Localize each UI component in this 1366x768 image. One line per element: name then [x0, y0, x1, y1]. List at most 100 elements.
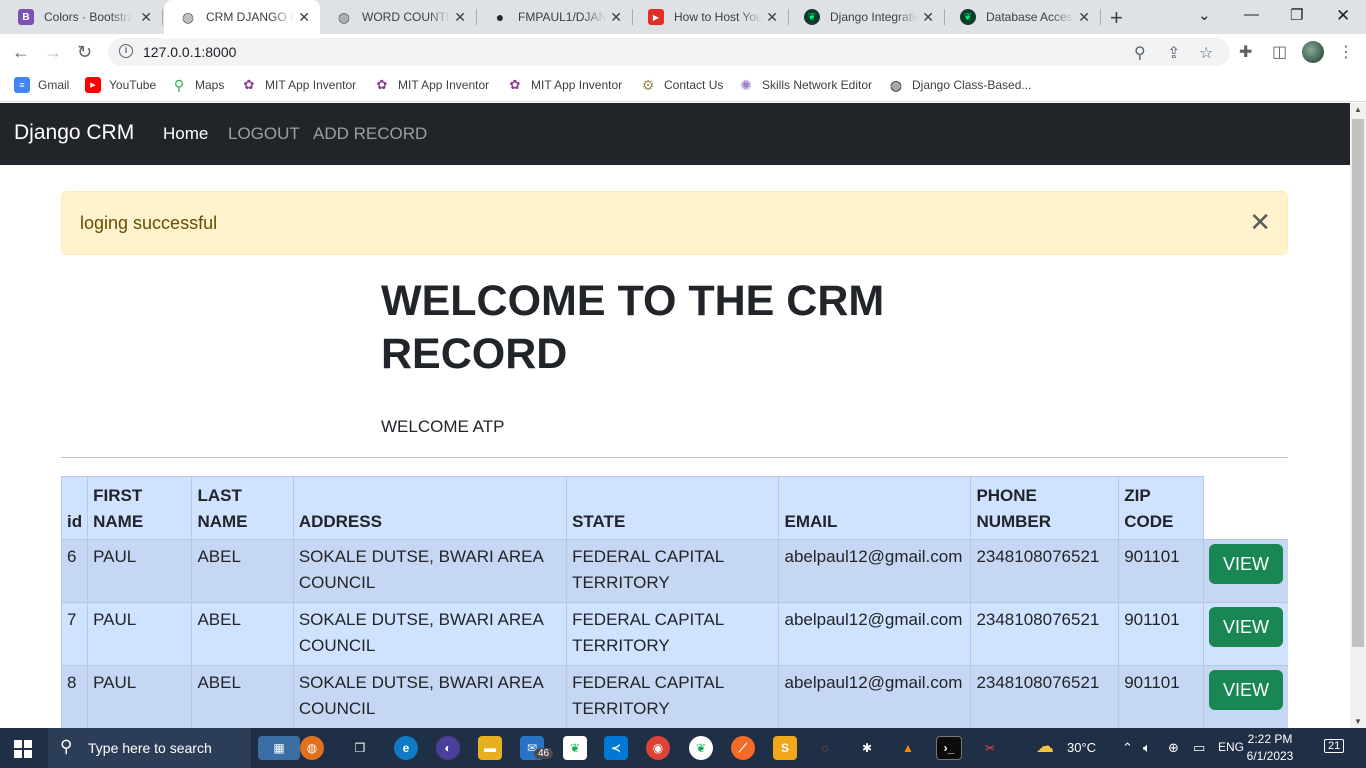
youtube-icon: ▶ [648, 9, 664, 25]
vscode-icon[interactable]: ≺ [604, 736, 628, 760]
browser-tab[interactable]: ◍ WORD COUNTER ✕ [320, 0, 477, 34]
mongodb-icon[interactable]: ❦ [689, 736, 713, 760]
vlc-cone-icon[interactable]: ▲ [896, 736, 920, 760]
jupyter-icon[interactable]: ◌ [813, 736, 837, 760]
sublime-icon[interactable]: S [773, 736, 797, 760]
notification-center-icon[interactable]: 21 [1324, 739, 1345, 753]
taskbar-search-box[interactable]: ⚲ Type here to search [48, 728, 251, 768]
minimize-icon[interactable]: — [1244, 6, 1259, 23]
browser-tab[interactable]: ❦ Database Access ✕ [944, 0, 1101, 34]
bookmark-gmail[interactable]: ≡ Gmail [14, 77, 69, 93]
browser-tab[interactable]: ● FMPAUL1/DJANGO ✕ [476, 0, 633, 34]
close-icon[interactable]: ✕ [1249, 207, 1271, 237]
nav-link-home[interactable]: Home [163, 124, 208, 144]
address-bar[interactable]: i 127.0.0.1:8000 ⚲ ⇪ ☆ [108, 38, 1230, 66]
bookmark-django-cbv[interactable]: ◍ Django Class-Based... [888, 77, 1032, 93]
weather-sun-cloud-icon[interactable]: ☁ [1036, 736, 1054, 757]
cell-first-name: PAUL [87, 602, 193, 666]
url-text[interactable]: 127.0.0.1:8000 [143, 44, 236, 60]
column-header: STATE [566, 476, 780, 540]
back-arrow-icon[interactable]: ← [12, 42, 30, 62]
mongodb-compass-icon[interactable]: ❦ [563, 736, 587, 760]
basketball-icon[interactable]: ◍ [300, 736, 324, 760]
terminal-icon[interactable]: ›_ [936, 736, 962, 760]
close-tab-icon[interactable]: ✕ [610, 9, 622, 25]
file-explorer-icon[interactable]: ▬ [478, 736, 502, 760]
bookmark-app-inventor[interactable]: ✿ MIT App Inventor [241, 77, 357, 93]
welcome-user-text: WELCOME ATP [381, 417, 505, 436]
mail-badge: 46 [534, 748, 554, 759]
close-window-icon[interactable]: ✕ [1336, 6, 1350, 26]
app-inventor-icon: ✿ [509, 77, 521, 92]
bookmark-app-inventor[interactable]: ✿ MIT App Inventor [374, 77, 490, 93]
anaconda-icon[interactable]: ✱ [855, 736, 879, 760]
scroll-up-arrow-icon[interactable]: ▲ [1354, 105, 1362, 114]
network-globe-icon[interactable]: ⊕ [1168, 740, 1179, 756]
tab-title: CRM DJANGO PR [206, 10, 294, 24]
scroll-down-arrow-icon[interactable]: ▼ [1354, 717, 1362, 726]
battery-icon[interactable]: ▭ [1193, 740, 1205, 756]
chrome-icon[interactable]: ◉ [646, 736, 670, 760]
bookmark-youtube[interactable]: ▶ YouTube [85, 77, 156, 93]
restore-window-icon[interactable]: ❐ [1290, 6, 1303, 24]
tab-title: WORD COUNTER [362, 10, 450, 24]
column-header: ZIP CODE [1118, 476, 1204, 540]
browser-tab[interactable]: B Colors · Bootstrap ✕ [2, 0, 163, 34]
more-menu-icon[interactable]: ⋮ [1338, 42, 1354, 62]
youtube-icon: ▶ [85, 77, 101, 93]
zoom-icon[interactable]: ⚲ [1134, 43, 1146, 63]
bookmark-star-icon[interactable]: ☆ [1199, 43, 1213, 63]
tab-search-chevron-icon[interactable]: ⌄ [1198, 6, 1211, 24]
profile-avatar[interactable] [1302, 41, 1324, 63]
table-row: 6 PAUL ABEL SOKALE DUTSE, BWARI AREA COU… [60, 539, 1288, 603]
weather-temperature[interactable]: 30°C [1067, 740, 1096, 755]
windows-start-icon[interactable] [14, 740, 32, 758]
browser-toolbar: ← → ↻ i 127.0.0.1:8000 ⚲ ⇪ ☆ ✚ ◫ ⋮ [0, 34, 1366, 70]
task-view-icon[interactable]: ❒ [348, 736, 372, 760]
forward-arrow-icon[interactable]: → [44, 42, 62, 62]
navbar-brand[interactable]: Django CRM [14, 121, 134, 145]
bookmark-app-inventor[interactable]: ✿ MIT App Inventor [507, 77, 623, 93]
system-clock[interactable]: 2:22 PM 6/1/2023 [1240, 731, 1300, 765]
show-hidden-icons-chevron-icon[interactable]: ⌃ [1122, 740, 1133, 756]
close-tab-icon[interactable]: ✕ [298, 9, 310, 25]
share-icon[interactable]: ⇪ [1167, 43, 1180, 63]
nav-link-add-record[interactable]: ADD RECORD [313, 124, 427, 144]
new-tab-plus-icon[interactable]: + [1110, 5, 1123, 31]
postman-icon[interactable]: ⟋ [731, 736, 755, 760]
browser-tab[interactable]: ❦ Django Integration ✕ [788, 0, 945, 34]
browser-tab-active[interactable]: ◍ CRM DJANGO PR ✕ [164, 0, 320, 34]
browser-tab[interactable]: ▶ How to Host Your ✕ [632, 0, 789, 34]
volume-icon[interactable]: 🔈︎ [1143, 740, 1151, 756]
reload-icon[interactable]: ↻ [77, 42, 92, 62]
view-record-button[interactable]: VIEW [1208, 544, 1283, 584]
divider [61, 457, 1288, 458]
close-tab-icon[interactable]: ✕ [766, 9, 778, 25]
widgets-icon[interactable]: ▦ [258, 736, 300, 760]
close-tab-icon[interactable]: ✕ [922, 9, 934, 25]
edge-browser-icon[interactable]: e [394, 736, 418, 760]
view-record-button[interactable]: VIEW [1208, 607, 1283, 647]
globe-icon: ◍ [337, 8, 351, 25]
bookmark-skills-network[interactable]: ✺ Skills Network Editor [738, 77, 872, 93]
snipping-tool-icon[interactable]: ✂ [978, 736, 1002, 760]
alert-text: loging successful [80, 213, 218, 233]
close-tab-icon[interactable]: ✕ [1078, 9, 1090, 25]
side-panel-icon[interactable]: ◫ [1272, 42, 1287, 62]
bookmark-label: Maps [195, 78, 225, 92]
bookmark-maps[interactable]: ⚲ Maps [171, 77, 224, 93]
page-scrollbar[interactable]: ▲ ▼ [1350, 103, 1366, 728]
tab-title: Database Access [986, 10, 1074, 24]
bookmark-label: Django Class-Based... [912, 78, 1032, 92]
extensions-puzzle-icon[interactable]: ✚ [1239, 42, 1252, 62]
eclipse-icon[interactable]: ◐ [436, 736, 460, 760]
scrollbar-thumb[interactable] [1352, 119, 1364, 647]
column-header: ADDRESS [292, 476, 568, 540]
bookmark-contact-us[interactable]: ⚙ Contact Us [640, 77, 724, 93]
site-info-icon[interactable]: i [119, 44, 133, 58]
view-record-button[interactable]: VIEW [1208, 670, 1283, 710]
close-tab-icon[interactable]: ✕ [140, 9, 152, 25]
nav-link-logout[interactable]: LOGOUT [228, 124, 300, 144]
tab-separator [1100, 9, 1101, 25]
close-tab-icon[interactable]: ✕ [454, 9, 466, 25]
